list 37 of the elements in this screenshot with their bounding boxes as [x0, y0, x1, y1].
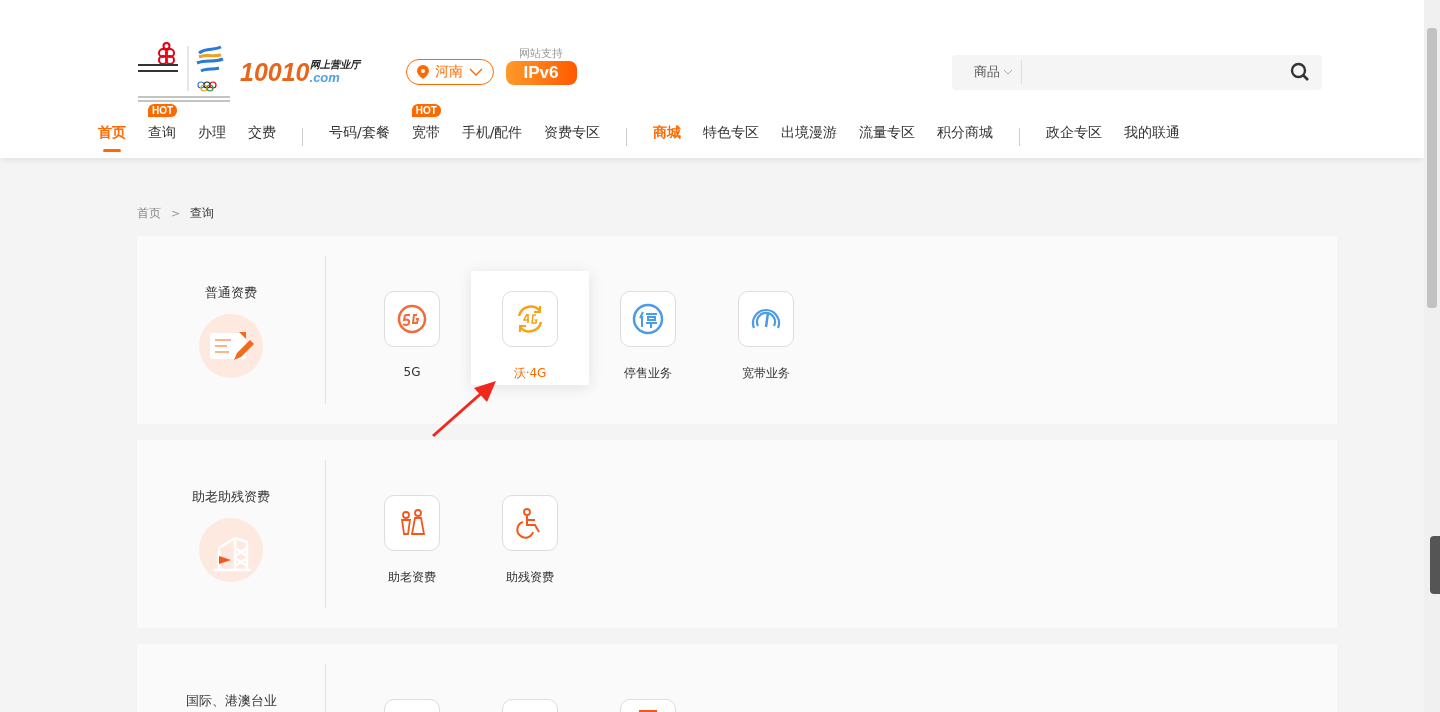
tariff-option[interactable]: 助老资费 [353, 475, 471, 589]
breadcrumb-separator: > [171, 206, 181, 220]
nav-link[interactable]: 我的联通 [1124, 124, 1181, 154]
nav-link[interactable]: 特色专区 [703, 124, 760, 154]
chevron-down-icon [468, 68, 483, 76]
map-pin-icon [416, 65, 429, 79]
note-pencil-icon [199, 314, 263, 378]
tariff-option[interactable]: 停售业务 [589, 271, 707, 385]
hot-badge: HOT [148, 104, 178, 117]
breadcrumb-link[interactable]: 查询 [190, 204, 215, 222]
ipv6-badge: IPv6 [505, 60, 577, 85]
nav-link[interactable]: 积分商城 [937, 124, 994, 154]
tariff-option[interactable]: 助残资费 [471, 475, 589, 589]
hot-badge: HOT [411, 104, 441, 117]
nav-link[interactable]: 手机/配件 [461, 124, 523, 154]
chevron-down-icon [1003, 69, 1013, 75]
category-title: 普通资费 [205, 284, 257, 302]
ipv6-caption: 网站支持 [519, 45, 563, 61]
5g-icon [395, 302, 429, 336]
nav-link[interactable]: 办理 [198, 124, 226, 154]
nav-link[interactable]: 号码/套餐 [329, 124, 390, 154]
nav-link[interactable]: 交费 [248, 124, 276, 154]
nav-link[interactable]: 政企专区 [1046, 124, 1103, 154]
category-title: 助老助残资费 [192, 488, 270, 506]
tariff-option[interactable]: 5G [353, 271, 471, 385]
scrollbar[interactable] [1424, 0, 1440, 712]
category-title: 国际、港澳台业 [185, 692, 277, 710]
stop-sign-icon [631, 302, 665, 336]
scrollbar-thumb[interactable] [1427, 28, 1437, 308]
nav-link[interactable]: 资费专区 [544, 124, 601, 154]
side-handle[interactable] [1430, 536, 1440, 594]
nav-link[interactable]: 出境漫游 [781, 124, 838, 154]
tariff-option[interactable]: 宽带业务 [707, 271, 825, 385]
nav-link[interactable]: 流量专区 [859, 124, 916, 154]
category-dropdown[interactable]: 商品 [952, 60, 1022, 84]
scaffold-building-icon [199, 518, 263, 582]
search-icon [1290, 62, 1310, 82]
